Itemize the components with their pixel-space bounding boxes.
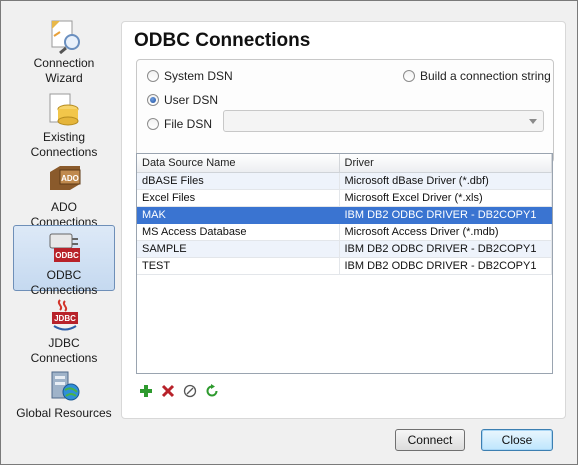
table-toolbar	[138, 383, 220, 399]
nav-label-line1: Global Resources	[16, 406, 112, 420]
edit-icon[interactable]	[182, 383, 198, 399]
odbc-plug-icon: ODBC	[46, 230, 82, 266]
file-dsn-combo[interactable]	[223, 110, 544, 132]
nav-item-jdbc-connections[interactable]: JDBC JDBC Connections	[13, 293, 115, 365]
cell-driver: Microsoft dBase Driver (*.dbf)	[339, 172, 552, 190]
nav-label-line1: ODBC	[46, 268, 82, 282]
radio-dot-checked	[147, 94, 159, 106]
cell-name: MS Access Database	[137, 223, 340, 241]
add-icon[interactable]	[138, 383, 154, 399]
table-row[interactable]: Excel Files Microsoft Excel Driver (*.xl…	[137, 189, 552, 207]
table-row[interactable]: TEST IBM DB2 ODBC DRIVER - DB2COPY1	[137, 257, 552, 275]
column-header-driver[interactable]: Driver	[339, 154, 552, 173]
nav-label-line1: Connection	[33, 56, 95, 70]
radio-dot	[147, 70, 159, 82]
ado-icon: ADO	[46, 162, 82, 198]
cell-driver: IBM DB2 ODBC DRIVER - DB2COPY1	[339, 257, 552, 275]
dsn-type-group: System DSN User DSN File DSN Build a con…	[136, 59, 554, 163]
table-row[interactable]: MS Access Database Microsoft Access Driv…	[137, 223, 552, 241]
main-panel: ODBC Connections System DSN User DSN Fil…	[121, 21, 566, 419]
file-dsn-radio[interactable]: File DSN	[147, 117, 212, 131]
radio-label: System DSN	[164, 69, 233, 83]
column-header-data-source-name[interactable]: Data Source Name	[137, 154, 340, 173]
cell-driver: IBM DB2 ODBC DRIVER - DB2COPY1	[339, 240, 552, 258]
radio-dot	[147, 118, 159, 130]
nav-item-ado-connections[interactable]: ADO ADO Connections	[13, 157, 115, 229]
delete-icon[interactable]	[160, 383, 176, 399]
connect-button[interactable]: Connect	[395, 429, 465, 451]
radio-label: File DSN	[164, 117, 213, 131]
close-button[interactable]: Close	[481, 429, 553, 451]
system-dsn-radio[interactable]: System DSN	[147, 69, 233, 83]
cell-name: dBASE Files	[137, 172, 340, 190]
build-connection-string-radio[interactable]: Build a connection string	[403, 69, 551, 83]
database-icon	[46, 92, 82, 128]
radio-label: Build a connection string	[420, 69, 551, 83]
svg-text:ADO: ADO	[61, 174, 79, 183]
global-resources-icon	[46, 368, 82, 404]
refresh-icon[interactable]	[204, 383, 220, 399]
wand-icon	[46, 18, 82, 55]
nav-label-line1: JDBC	[48, 336, 80, 350]
nav-item-odbc-connections[interactable]: ODBC ODBC Connections	[13, 225, 115, 297]
nav-item-existing-connections[interactable]: Existing Connections	[13, 87, 115, 159]
chevron-down-icon[interactable]	[529, 119, 537, 124]
radio-dot	[403, 70, 415, 82]
page-title: ODBC Connections	[134, 30, 311, 51]
nav-item-global-resources[interactable]: Global Resources	[13, 363, 115, 420]
svg-text:ODBC: ODBC	[55, 251, 79, 260]
jdbc-icon: JDBC	[46, 298, 82, 334]
user-dsn-radio[interactable]: User DSN	[147, 93, 218, 107]
nav-label-line1: Existing	[42, 130, 86, 144]
table-row[interactable]: SAMPLE IBM DB2 ODBC DRIVER - DB2COPY1	[137, 240, 552, 258]
svg-text:JDBC: JDBC	[54, 314, 76, 323]
nav-label-line1: ADO	[50, 200, 77, 214]
connection-type-nav: Connection Wizard Existing Connections A…	[9, 9, 119, 420]
nav-item-connection-wizard[interactable]: Connection Wizard	[13, 13, 115, 85]
cell-name: MAK	[137, 206, 340, 224]
nav-label-line2: Wizard	[45, 71, 83, 85]
data-source-table: Data Source Name Driver dBASE Files Micr…	[136, 153, 553, 374]
cell-name: SAMPLE	[137, 240, 340, 258]
cell-name: TEST	[137, 257, 340, 275]
table-row-selected[interactable]: MAK IBM DB2 ODBC DRIVER - DB2COPY1	[137, 206, 552, 224]
odbc-connections-dialog: Connection Wizard Existing Connections A…	[0, 0, 578, 465]
cell-driver: Microsoft Excel Driver (*.xls)	[339, 189, 552, 207]
cell-driver: Microsoft Access Driver (*.mdb)	[339, 223, 552, 241]
cell-driver: IBM DB2 ODBC DRIVER - DB2COPY1	[339, 206, 552, 224]
table-row[interactable]: dBASE Files Microsoft dBase Driver (*.db…	[137, 172, 552, 190]
radio-label: User DSN	[164, 93, 219, 107]
cell-name: Excel Files	[137, 189, 340, 207]
